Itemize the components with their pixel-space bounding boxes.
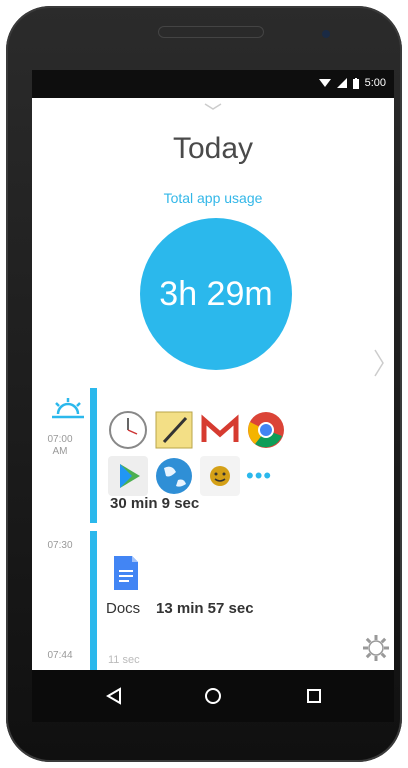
gear-icon[interactable] — [362, 634, 390, 662]
speaker-grille — [158, 26, 264, 38]
page-title: Today — [172, 132, 254, 165]
time-label: 07:00 AM — [47, 434, 73, 457]
clock-icon[interactable] — [108, 410, 148, 450]
app-label: Docs — [106, 600, 141, 617]
app-icon-group[interactable]: ••• — [108, 410, 308, 502]
navigation-bar — [32, 670, 394, 722]
recents-icon[interactable] — [302, 684, 326, 708]
phone-frame: 5:00 Today Total app usage 3h 29m 07:00 … — [6, 6, 402, 762]
signal-icon — [336, 78, 347, 88]
time-label: 07:30 — [47, 540, 73, 551]
battery-icon — [352, 77, 359, 89]
home-icon[interactable] — [201, 684, 225, 708]
more-apps-indicator[interactable]: ••• — [246, 463, 272, 489]
entry-duration: 30 min 9 sec — [110, 495, 200, 512]
play-store-icon[interactable] — [108, 456, 148, 496]
chrome-icon[interactable] — [246, 410, 286, 450]
docs-icon[interactable] — [112, 554, 140, 592]
chevron-right-icon[interactable] — [372, 348, 386, 378]
entry-duration: 13 min 57 sec — [156, 600, 254, 617]
sunrise-icon — [52, 398, 84, 419]
time-label: 07:44 — [47, 650, 73, 661]
status-time: 5:00 — [364, 77, 386, 89]
usage-subtitle: Total app usage — [163, 190, 263, 206]
smile-app-icon[interactable] — [200, 456, 240, 496]
chevron-down-icon[interactable] — [203, 102, 223, 112]
entry-duration: 11 sec — [108, 654, 140, 666]
wifi-icon — [318, 79, 331, 87]
app-screen: Today Total app usage 3h 29m 07:00 AM 07… — [32, 98, 394, 670]
gmail-icon[interactable] — [200, 410, 240, 450]
notes-icon[interactable] — [154, 410, 194, 450]
status-bar: 5:00 — [32, 70, 394, 98]
earth-icon[interactable] — [154, 456, 194, 496]
back-icon[interactable] — [102, 684, 126, 708]
total-usage-circle[interactable]: 3h 29m — [140, 218, 292, 370]
timeline-divider — [88, 523, 99, 531]
total-usage-value: 3h 29m — [159, 274, 273, 313]
front-camera — [322, 30, 330, 38]
